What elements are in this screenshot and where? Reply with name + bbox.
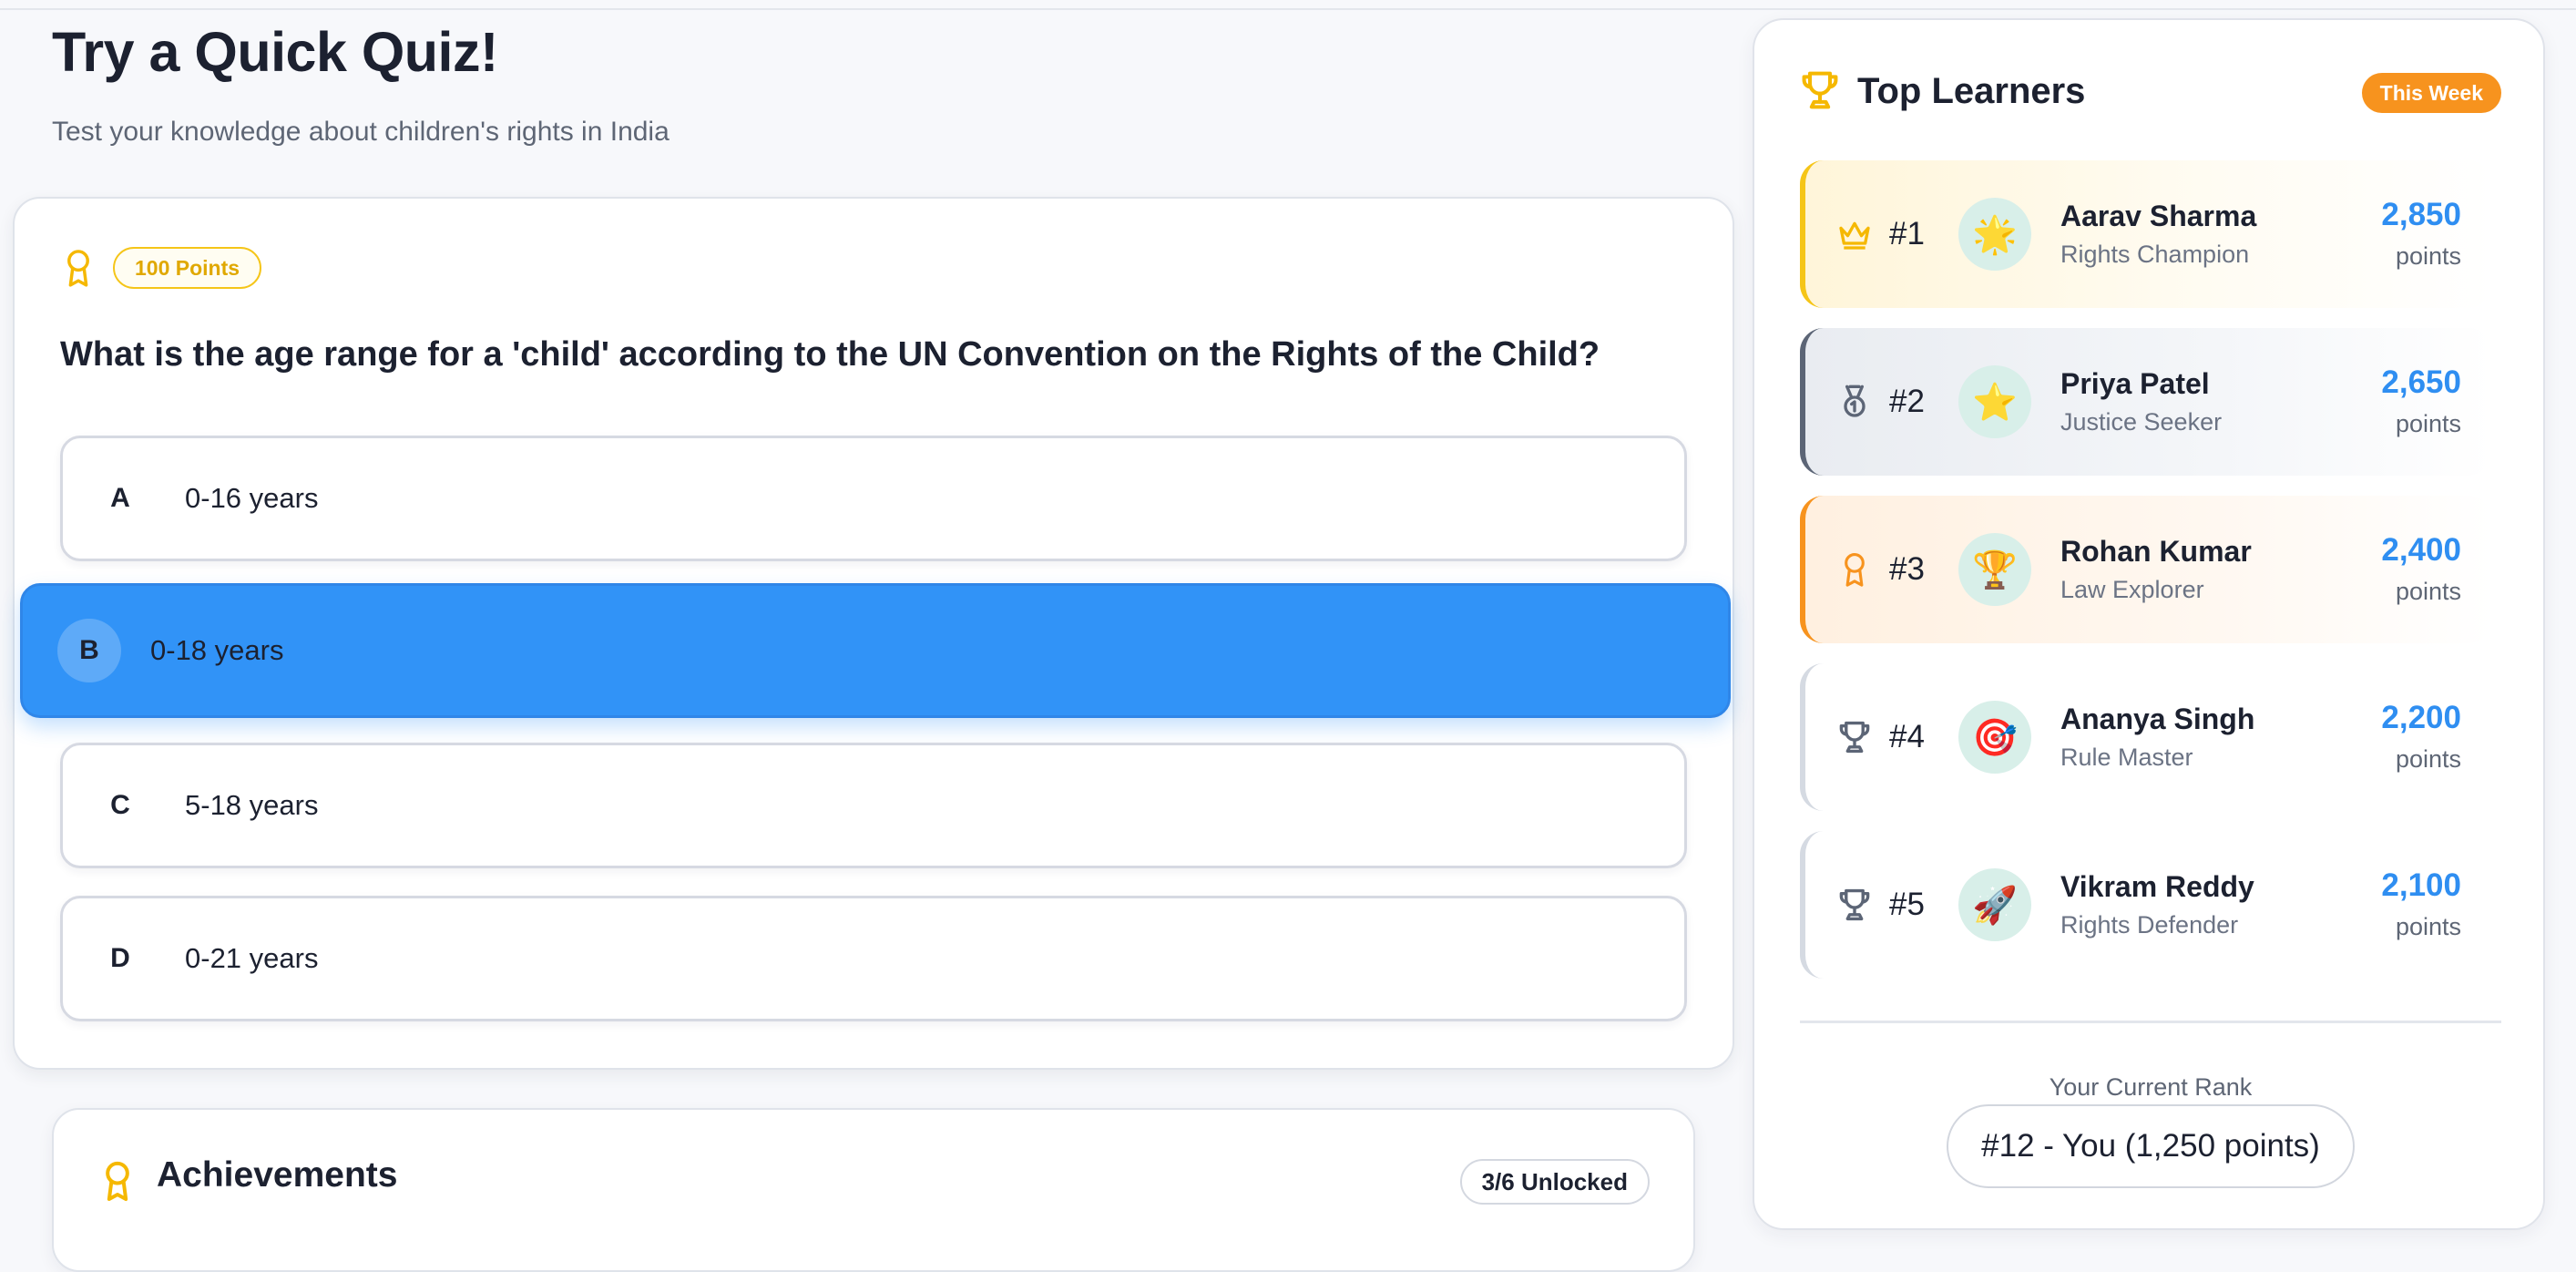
learner-points: 2,100: [2381, 867, 2461, 903]
page-subtitle: Test your knowledge about children's rig…: [52, 117, 670, 147]
learner-title: Rights Defender: [2060, 911, 2239, 939]
achievements-card: Achievements 3/6 Unlocked: [52, 1108, 1695, 1272]
learner-title: Rights Champion: [2060, 241, 2250, 268]
rank-number: #5: [1889, 887, 1925, 922]
points-label: points: [2395, 410, 2461, 437]
top-divider: [0, 8, 2576, 10]
learner-row-2: #2 ⭐ Priya Patel Justice Seeker 2,650 po…: [1800, 328, 2492, 476]
learner-name: Vikram Reddy: [2060, 870, 2254, 903]
option-letter: B: [57, 619, 121, 682]
rank-number: #4: [1889, 719, 1925, 754]
divider: [1800, 1021, 2501, 1023]
achievements-unlocked-badge: 3/6 Unlocked: [1459, 1159, 1650, 1205]
option-text: 5-18 years: [185, 789, 319, 821]
award-icon: [67, 250, 89, 287]
learner-points: 2,850: [2381, 197, 2461, 232]
option-b-selected[interactable]: B 0-18 years: [20, 583, 1731, 718]
learner-row-1: #1 🌟 Aarav Sharma Rights Champion 2,850 …: [1800, 160, 2492, 308]
avatar: 🚀: [1958, 868, 2031, 941]
learner-points: 2,400: [2381, 532, 2461, 568]
learner-name: Ananya Singh: [2060, 703, 2255, 735]
option-text: 0-18 years: [150, 634, 284, 666]
points-badge: 100 Points: [113, 247, 262, 289]
points-row: 100 Points: [60, 246, 262, 290]
leaderboard-title: Top Learners: [1857, 71, 2086, 111]
points-label: points: [2395, 578, 2461, 605]
option-letter: C: [110, 790, 130, 820]
learner-title: Law Explorer: [2060, 576, 2204, 603]
rank-number: #2: [1889, 384, 1925, 419]
learner-title: Justice Seeker: [2060, 408, 2223, 436]
award-icon: [106, 1161, 129, 1201]
current-rank-pill: #12 - You (1,250 points): [1947, 1104, 2355, 1188]
option-letter: D: [110, 943, 130, 973]
trophy-icon: [1839, 888, 1870, 921]
quiz-question: What is the age range for a 'child' acco…: [60, 335, 1600, 374]
points-label: points: [2395, 745, 2461, 773]
option-a[interactable]: A 0-16 years: [60, 436, 1687, 561]
trophy-icon: [1839, 721, 1870, 754]
learner-points: 2,650: [2381, 364, 2461, 400]
quiz-card: 100 Points What is the age range for a '…: [13, 197, 1734, 1070]
learner-name: Aarav Sharma: [2060, 200, 2257, 232]
rank-number: #3: [1889, 551, 1925, 587]
learner-row-3: #3 🏆 Rohan Kumar Law Explorer 2,400 poin…: [1800, 496, 2492, 643]
avatar: ⭐: [1958, 365, 2031, 438]
current-rank-caption: Your Current Rank: [2049, 1073, 2253, 1101]
award-icon: [1845, 553, 1865, 587]
points-label: points: [2395, 242, 2461, 270]
option-c[interactable]: C 5-18 years: [60, 743, 1687, 868]
leaderboard-panel: Top Learners This Week #1 🌟 Aarav Sharma…: [1753, 18, 2545, 1230]
learner-row-4: #4 🎯 Ananya Singh Rule Master 2,200 poin…: [1800, 663, 2492, 811]
learner-row-5: #5 🚀 Vikram Reddy Rights Defender 2,100 …: [1800, 831, 2492, 979]
crown-icon: [1839, 221, 1870, 250]
option-letter: A: [110, 483, 130, 513]
option-d[interactable]: D 0-21 years: [60, 896, 1687, 1021]
learner-name: Rohan Kumar: [2060, 535, 2252, 568]
avatar: 🎯: [1958, 701, 2031, 774]
avatar: 🌟: [1958, 198, 2031, 271]
avatar: 🏆: [1958, 533, 2031, 606]
option-text: 0-21 years: [185, 942, 319, 974]
option-text: 0-16 years: [185, 482, 319, 514]
page-title: Try a Quick Quiz!: [52, 21, 498, 83]
trophy-icon: [1802, 71, 1838, 109]
points-label: points: [2395, 913, 2461, 940]
period-badge: This Week: [2361, 73, 2501, 113]
learner-points: 2,200: [2381, 700, 2461, 735]
medal-icon: [1844, 385, 1866, 417]
rank-number: #1: [1889, 216, 1925, 251]
learner-name: Priya Patel: [2060, 367, 2210, 400]
achievements-title: Achievements: [157, 1155, 398, 1195]
learner-title: Rule Master: [2060, 744, 2193, 771]
